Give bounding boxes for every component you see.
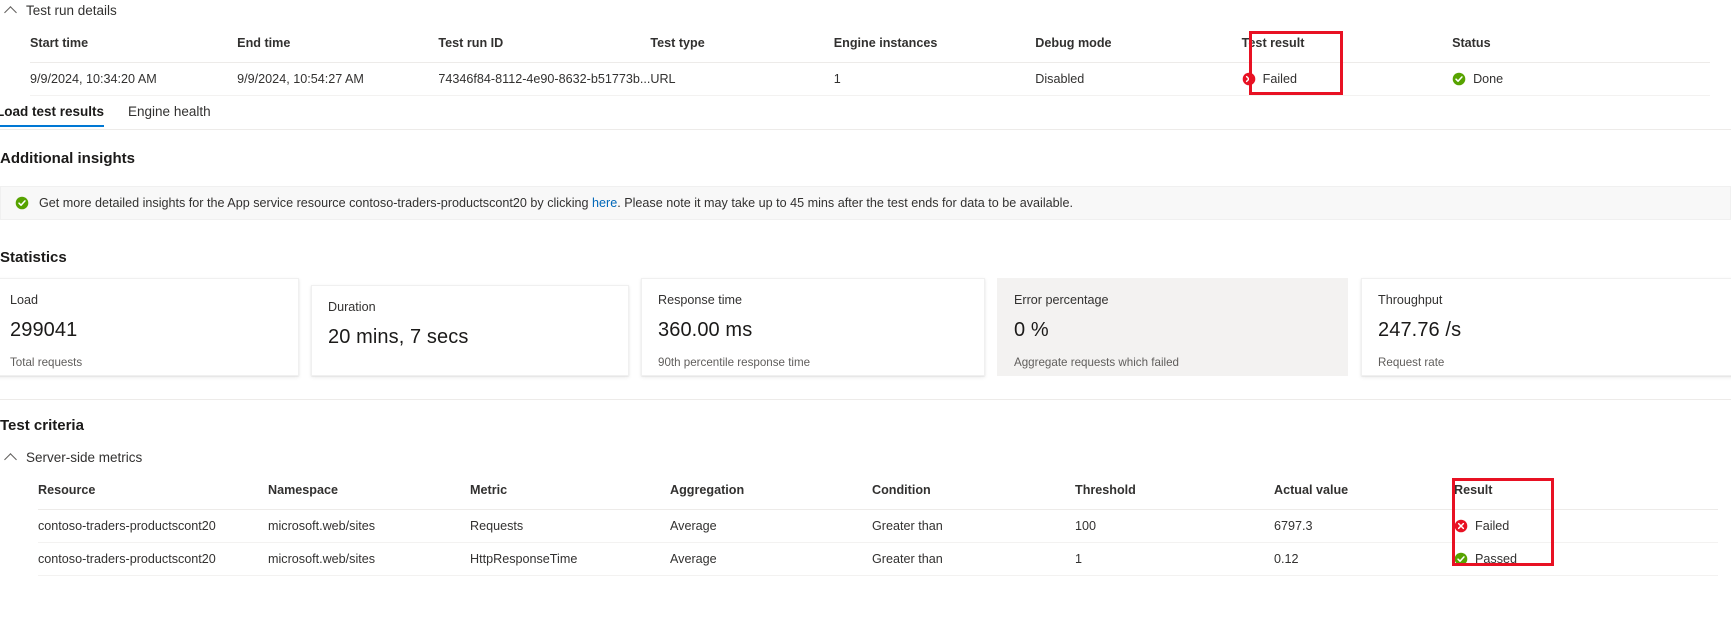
stat-card-subtitle: Total requests xyxy=(10,356,83,369)
cell-debug-mode: Disabled xyxy=(1035,62,1242,96)
col-test-run-id: Test run ID xyxy=(438,36,651,63)
cell-result-text: Failed xyxy=(1475,519,1510,533)
col-engine-instances: Engine instances xyxy=(833,36,1036,63)
cell-namespace: microsoft.web/sites xyxy=(268,509,470,543)
banner-message: Get more detailed insights for the App s… xyxy=(39,196,1073,210)
error-circle-icon xyxy=(1454,519,1468,533)
stat-card-value: 299041 xyxy=(10,319,78,341)
stat-card-subtitle: 90th percentile response time xyxy=(658,356,811,369)
test-criteria-heading: Test criteria xyxy=(0,417,84,434)
stat-card-subtitle: Aggregate requests which failed xyxy=(1014,356,1179,369)
error-circle-icon xyxy=(1242,72,1256,86)
col-condition: Condition xyxy=(872,483,1075,510)
table-row[interactable]: contoso-traders-productscont20 microsoft… xyxy=(38,542,1718,576)
cell-aggregation: Average xyxy=(670,509,872,543)
banner-text-before-link: Get more detailed insights for the App s… xyxy=(39,196,592,210)
stat-card-value: 247.76 /s xyxy=(1378,319,1462,341)
cell-status: Done xyxy=(1452,62,1710,96)
cell-namespace: microsoft.web/sites xyxy=(268,542,470,576)
col-metric: Metric xyxy=(470,483,670,510)
chevron-up-icon xyxy=(6,5,17,16)
banner-text-after-link: . Please note it may take up to 45 mins … xyxy=(617,196,1073,210)
col-aggregation: Aggregation xyxy=(670,483,872,510)
col-test-result: Test result xyxy=(1241,36,1453,63)
success-circle-icon xyxy=(1452,72,1466,86)
stat-card-value: 0 % xyxy=(1014,319,1049,341)
success-circle-icon xyxy=(1454,552,1468,566)
cell-resource: contoso-traders-productscont20 xyxy=(38,542,268,576)
stat-card-value: 360.00 ms xyxy=(658,319,753,341)
results-tabs: Load test results Engine health xyxy=(0,104,211,127)
cell-end-time: 9/9/2024, 10:54:27 AM xyxy=(237,62,439,96)
table-row[interactable]: 9/9/2024, 10:34:20 AM 9/9/2024, 10:54:27… xyxy=(30,62,1710,96)
cell-test-result-text: Failed xyxy=(1262,72,1297,86)
col-actual-value: Actual value xyxy=(1274,483,1454,510)
cell-test-result: Failed xyxy=(1241,62,1453,96)
insights-here-link[interactable]: here xyxy=(592,196,617,210)
cell-metric: HttpResponseTime xyxy=(470,542,670,576)
statistics-heading: Statistics xyxy=(0,249,67,266)
cell-condition: Greater than xyxy=(872,509,1075,543)
stat-card-duration[interactable]: Duration 20 mins, 7 secs xyxy=(311,285,629,376)
col-test-type: Test type xyxy=(650,36,834,63)
table-header-row: Resource Namespace Metric Aggregation Co… xyxy=(38,483,1718,510)
cell-threshold: 100 xyxy=(1075,509,1274,543)
cell-test-run-id: 74346f84-8112-4e90-8632-b51773b... xyxy=(438,62,651,96)
statistics-divider xyxy=(0,399,1731,400)
stat-card-error-percentage[interactable]: Error percentage 0 % Aggregate requests … xyxy=(997,278,1348,376)
cell-condition: Greater than xyxy=(872,542,1075,576)
cell-result: Passed xyxy=(1454,542,1718,576)
cell-start-time: 9/9/2024, 10:34:20 AM xyxy=(30,62,238,96)
success-circle-icon xyxy=(15,196,29,210)
col-threshold: Threshold xyxy=(1075,483,1274,510)
tab-load-test-results[interactable]: Load test results xyxy=(0,104,105,127)
table-row[interactable]: contoso-traders-productscont20 microsoft… xyxy=(38,509,1718,543)
test-run-details-label: Test run details xyxy=(26,3,117,18)
chevron-up-icon xyxy=(6,452,17,463)
stat-card-value: 20 mins, 7 secs xyxy=(328,326,469,348)
test-criteria-table: Resource Namespace Metric Aggregation Co… xyxy=(38,483,1718,576)
stat-card-subtitle: Request rate xyxy=(1378,356,1445,369)
cell-status-text: Done xyxy=(1473,72,1504,86)
cell-threshold: 1 xyxy=(1075,542,1274,576)
test-run-details-table: Start time End time Test run ID Test typ… xyxy=(30,36,1710,96)
cell-result-text: Passed xyxy=(1475,552,1518,566)
col-status: Status xyxy=(1452,36,1710,63)
stat-card-response-time[interactable]: Response time 360.00 ms 90th percentile … xyxy=(641,278,985,376)
test-run-details-section-toggle[interactable]: Test run details xyxy=(6,3,117,18)
cell-engine-instances: 1 xyxy=(833,62,1036,96)
col-end-time: End time xyxy=(237,36,439,63)
stat-card-title: Error percentage xyxy=(1014,293,1109,307)
cell-actual-value: 6797.3 xyxy=(1274,509,1454,543)
table-header-row: Start time End time Test run ID Test typ… xyxy=(30,36,1710,63)
col-result: Result xyxy=(1454,483,1718,510)
col-resource: Resource xyxy=(38,483,268,510)
server-side-metrics-label: Server-side metrics xyxy=(26,450,143,465)
stat-card-title: Duration xyxy=(328,300,376,314)
additional-insights-heading: Additional insights xyxy=(0,150,135,167)
stat-card-load[interactable]: Load 299041 Total requests xyxy=(0,278,299,376)
cell-resource: contoso-traders-productscont20 xyxy=(38,509,268,543)
pivot-underline xyxy=(0,129,1731,130)
tab-engine-health[interactable]: Engine health xyxy=(128,104,211,127)
col-start-time: Start time xyxy=(30,36,238,63)
stat-card-title: Response time xyxy=(658,293,742,307)
stat-card-title: Throughput xyxy=(1378,293,1443,307)
col-namespace: Namespace xyxy=(268,483,470,510)
additional-insights-banner: Get more detailed insights for the App s… xyxy=(0,186,1731,220)
server-side-metrics-toggle[interactable]: Server-side metrics xyxy=(6,450,142,465)
cell-actual-value: 0.12 xyxy=(1274,542,1454,576)
cell-test-type: URL xyxy=(650,62,834,96)
stat-card-throughput[interactable]: Throughput 247.76 /s Request rate xyxy=(1361,278,1731,376)
cell-metric: Requests xyxy=(470,509,670,543)
col-debug-mode: Debug mode xyxy=(1035,36,1242,63)
stat-card-title: Load xyxy=(10,293,39,307)
cell-result: Failed xyxy=(1454,509,1718,543)
cell-aggregation: Average xyxy=(670,542,872,576)
